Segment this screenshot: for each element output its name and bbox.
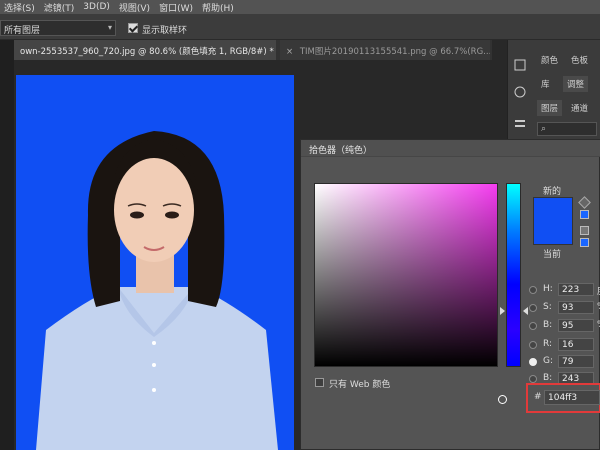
menu-bar: 选择(S) 滤镜(T) 3D(D) 视图(V) 窗口(W) 帮助(H) [0, 0, 600, 14]
red-radio[interactable] [529, 341, 537, 349]
hue-radio[interactable] [529, 286, 537, 294]
tab-swatches[interactable]: 色板 [571, 54, 588, 66]
history-icon[interactable] [514, 59, 526, 71]
blue-radio[interactable] [529, 375, 537, 383]
tab-active-document[interactable]: own-2553537_960_720.jpg @ 80.6% (颜色填充 1,… [14, 40, 276, 60]
saturation-radio[interactable] [529, 304, 537, 312]
saturation-row: S: 93 % [529, 301, 600, 315]
tab-other-label: TIM图片20190113155541.png @ 66.7%(RG... [299, 47, 490, 57]
gamut-warning-icon[interactable] [578, 196, 591, 209]
options-bar: 所有图层 ▾ 显示取样环 [0, 14, 600, 40]
current-color-label: 当前 [543, 250, 562, 260]
menu-3d[interactable]: 3D(D) [83, 2, 110, 12]
hex-row: # 104ff3 [534, 390, 600, 406]
search-icon: ⌕ [541, 124, 547, 134]
tools-panel [0, 40, 14, 450]
brightness-label: B: [543, 320, 553, 330]
menu-help[interactable]: 帮助(H) [202, 1, 234, 14]
hue-field[interactable]: 223 [558, 283, 594, 296]
show-sampling-ring-checkbox[interactable] [128, 23, 138, 33]
properties-icon[interactable] [514, 86, 526, 98]
tab-adjustments[interactable]: 调整 [563, 76, 589, 92]
gamut-color-swatch[interactable] [580, 210, 589, 219]
red-field[interactable]: 16 [558, 338, 594, 351]
sample-layers-value: 所有图层 [4, 26, 41, 36]
document-tabs: own-2553537_960_720.jpg @ 80.6% (颜色填充 1,… [14, 40, 492, 60]
green-label: G: [543, 356, 554, 366]
brightness-radio[interactable] [529, 322, 537, 330]
color-marker[interactable] [498, 395, 507, 404]
saturation-field[interactable]: 93 [558, 301, 594, 314]
hex-field[interactable]: 104ff3 [544, 390, 600, 405]
tab-libraries[interactable]: 库 [541, 78, 550, 90]
dialog-title: 拾色器（纯色） [301, 140, 600, 157]
saturation-label: S: [543, 302, 552, 312]
tab-layers[interactable]: 图层 [537, 100, 563, 116]
color-picker-dialog: 拾色器（纯色） 新的 当前 H: 223 度 S: 93 % B: [300, 139, 600, 450]
hex-hash: # [534, 392, 542, 402]
tab-channels[interactable]: 通道 [571, 102, 588, 114]
green-field[interactable]: 79 [558, 355, 594, 368]
hue-label: H: [543, 284, 553, 294]
saturation-brightness-field[interactable] [314, 183, 507, 404]
sample-layers-select[interactable]: 所有图层 ▾ [0, 20, 116, 36]
new-color-label: 新的 [543, 187, 562, 197]
portrait-photo[interactable] [16, 75, 294, 450]
chevron-down-icon: ▾ [107, 23, 112, 32]
hue-slider-right-handle[interactable] [523, 307, 528, 315]
hue-row: H: 223 度 [529, 283, 600, 297]
hue-slider[interactable] [506, 183, 521, 367]
web-safe-cube-icon[interactable] [580, 226, 589, 235]
green-row: G: 79 [529, 355, 600, 369]
menu-filter[interactable]: 滤镜(T) [44, 1, 75, 14]
hue-slider-left-handle[interactable] [500, 307, 505, 315]
show-sampling-ring-label: 显示取样环 [142, 26, 188, 36]
web-colors-only-checkbox[interactable] [315, 378, 324, 387]
red-label: R: [543, 339, 553, 349]
menu-view[interactable]: 视图(V) [119, 1, 150, 14]
blue-label: B: [543, 373, 553, 383]
web-safe-color-swatch[interactable] [580, 238, 589, 247]
photoshop-window: 选择(S) 滤镜(T) 3D(D) 视图(V) 窗口(W) 帮助(H) 所有图层… [0, 0, 600, 450]
new-current-color-swatch [533, 197, 573, 245]
red-row: R: 16 [529, 338, 600, 352]
adjustments-icon[interactable] [515, 120, 525, 127]
tab-color[interactable]: 颜色 [541, 54, 558, 66]
close-icon[interactable]: × [286, 47, 293, 57]
tab-active-label: own-2553537_960_720.jpg @ 80.6% (颜色填充 1,… [20, 47, 274, 57]
brightness-field[interactable]: 95 [558, 319, 594, 332]
brightness-row: B: 95 % [529, 319, 600, 333]
web-colors-only-label: 只有 Web 颜色 [329, 380, 391, 390]
portrait-illustration [36, 131, 278, 450]
menu-select[interactable]: 选择(S) [4, 1, 35, 14]
layer-filter-field[interactable]: ⌕ [537, 122, 597, 136]
green-radio[interactable] [529, 358, 537, 366]
menu-window[interactable]: 窗口(W) [159, 1, 193, 14]
tab-other-document[interactable]: × TIM图片20190113155541.png @ 66.7%(RG... [280, 40, 490, 60]
